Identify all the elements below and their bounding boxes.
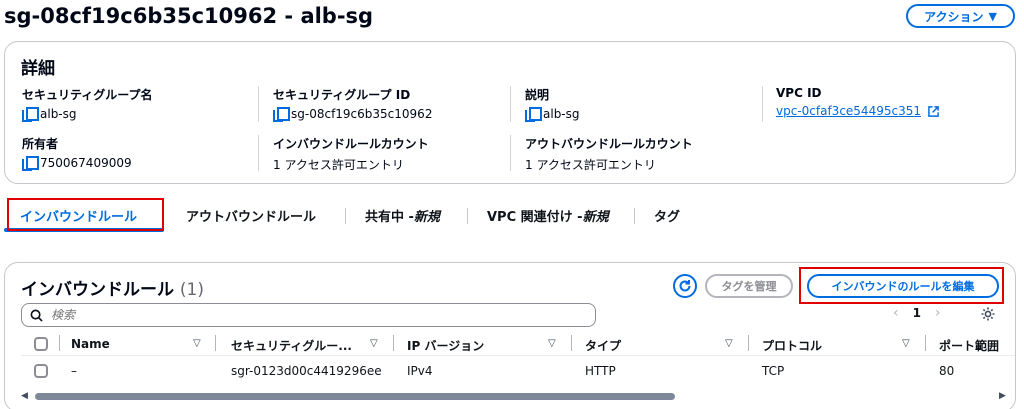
details-title: 詳細 (21, 59, 55, 79)
rules-title: インバウンドルール (1) (21, 275, 204, 300)
tab-sharing[interactable]: 共有中 - 新規 (365, 198, 440, 232)
field-label: セキュリティグループ名 (22, 88, 153, 102)
rules-title-text: インバウンドルール (21, 280, 174, 300)
field-owner: 所有者 750067409009 (22, 135, 132, 171)
scroll-left-icon[interactable]: ◀ (21, 391, 28, 401)
search-bar[interactable] (21, 303, 596, 327)
cell-type: HTTP (585, 364, 616, 378)
chevron-left-icon[interactable]: ‹ (893, 305, 899, 321)
column-divider (59, 335, 60, 351)
sort-icon[interactable]: ▽ (370, 338, 378, 349)
column-divider (393, 335, 394, 351)
field-label: インバウンドルールカウント (273, 137, 429, 151)
field-label: アウトバウンドルールカウント (525, 137, 693, 151)
manage-tags-button[interactable]: タグを管理 (705, 274, 793, 298)
scroll-right-icon[interactable]: ▶ (999, 391, 1006, 401)
chevron-right-icon[interactable]: › (935, 305, 941, 321)
vpc-id-link[interactable]: vpc-0cfaf3ce54495c351 (776, 104, 921, 118)
field-value: alb-sg (543, 107, 580, 121)
tab-tags[interactable]: タグ (654, 198, 680, 232)
field-label: 説明 (525, 88, 550, 102)
tab-new-badge: 新規 (413, 209, 440, 225)
tab-label: タグ (654, 209, 681, 225)
column-divider (215, 335, 216, 351)
field-vpc-id: VPC ID vpc-0cfaf3ce54495c351 (776, 86, 939, 118)
highlight-box (7, 198, 164, 231)
refresh-button[interactable] (673, 274, 697, 298)
cell-ip-version: IPv4 (407, 364, 433, 378)
search-input[interactable] (51, 308, 551, 322)
field-outbound-count: アウトバウンドルールカウント 1 アクセス許可エントリ (525, 135, 693, 173)
refresh-icon (679, 280, 691, 292)
horizontal-scrollbar[interactable]: ◀ ▶ (21, 391, 1011, 401)
cell-port-range: 80 (939, 364, 955, 378)
copy-icon[interactable] (22, 156, 39, 171)
tab-label: 共有中 - (365, 209, 414, 225)
tab-vpc-associations[interactable]: VPC 関連付け - 新規 (487, 198, 609, 232)
cell-name: – (71, 364, 77, 378)
field-inbound-count: インバウンドルールカウント 1 アクセス許可エントリ (273, 135, 429, 173)
column-header-name[interactable]: Name (71, 337, 110, 351)
rules-count: (1) (179, 280, 205, 300)
field-sg-id: セキュリティグループ ID sg-08cf19c6b35c10962 (273, 86, 433, 122)
field-label: セキュリティグループ ID (273, 88, 411, 102)
sort-icon[interactable]: ▽ (548, 338, 556, 349)
tab-new-badge: 新規 (582, 209, 609, 225)
scrollbar-thumb[interactable] (35, 393, 675, 400)
field-value: alb-sg (40, 107, 77, 121)
row-divider (21, 355, 1015, 356)
caret-down-icon: ▼ (988, 9, 997, 23)
divider (510, 135, 511, 171)
tab-label: アウトバウンドルール (186, 209, 317, 225)
field-value: 750067409009 (40, 156, 132, 170)
cell-protocol: TCP (762, 364, 785, 378)
row-checkbox[interactable] (34, 364, 48, 378)
page-title: sg-08cf19c6b35c10962 - alb-sg (4, 4, 374, 28)
column-header-protocol[interactable]: プロトコル (762, 337, 822, 354)
field-value: 1 アクセス許可エントリ (273, 158, 404, 172)
copy-icon[interactable] (273, 107, 290, 122)
tab-outbound-rules[interactable]: アウトバウンドルール (186, 198, 316, 232)
column-divider (571, 335, 572, 351)
actions-button[interactable]: アクション ▼ (906, 4, 1015, 28)
manage-tags-label: タグを管理 (721, 280, 777, 293)
copy-icon[interactable] (22, 107, 39, 122)
gear-icon[interactable] (980, 306, 996, 322)
column-header-port-range[interactable]: ポート範囲 (939, 337, 999, 354)
tab-divider (467, 208, 468, 224)
field-value: sg-08cf19c6b35c10962 (291, 107, 433, 121)
divider (762, 86, 763, 122)
field-label: 所有者 (22, 137, 59, 151)
highlight-box (799, 267, 1004, 304)
actions-button-label: アクション (924, 9, 984, 24)
column-divider (748, 335, 749, 351)
select-all-checkbox[interactable] (34, 337, 48, 351)
sort-icon[interactable]: ▽ (193, 338, 201, 349)
column-header-type[interactable]: タイプ (585, 337, 621, 354)
copy-icon[interactable] (525, 107, 542, 122)
field-label: VPC ID (776, 86, 822, 100)
column-header-ip-version[interactable]: IP バージョン (407, 337, 484, 354)
external-link-icon[interactable] (928, 105, 939, 117)
divider (258, 135, 259, 171)
divider (258, 86, 259, 122)
page-number[interactable]: 1 (913, 306, 921, 320)
pagination: ‹ 1 › (893, 305, 941, 321)
tab-divider (345, 208, 346, 224)
field-description: 説明 alb-sg (525, 86, 580, 122)
search-icon (30, 309, 43, 322)
details-panel: 詳細 セキュリティグループ名 alb-sg セキュリティグループ ID sg-0… (4, 41, 1016, 184)
tab-divider (634, 208, 635, 224)
field-value: 1 アクセス許可エントリ (525, 158, 656, 172)
column-header-rule-id[interactable]: セキュリティグルー... (231, 337, 352, 354)
sort-icon[interactable]: ▽ (725, 338, 733, 349)
tab-label: VPC 関連付け - (487, 209, 583, 225)
field-sg-name: セキュリティグループ名 alb-sg (22, 86, 153, 122)
column-divider (925, 335, 926, 351)
cell-rule-id: sgr-0123d00c4419296ee (231, 364, 382, 378)
sort-icon[interactable]: ▽ (902, 338, 910, 349)
divider (510, 86, 511, 122)
